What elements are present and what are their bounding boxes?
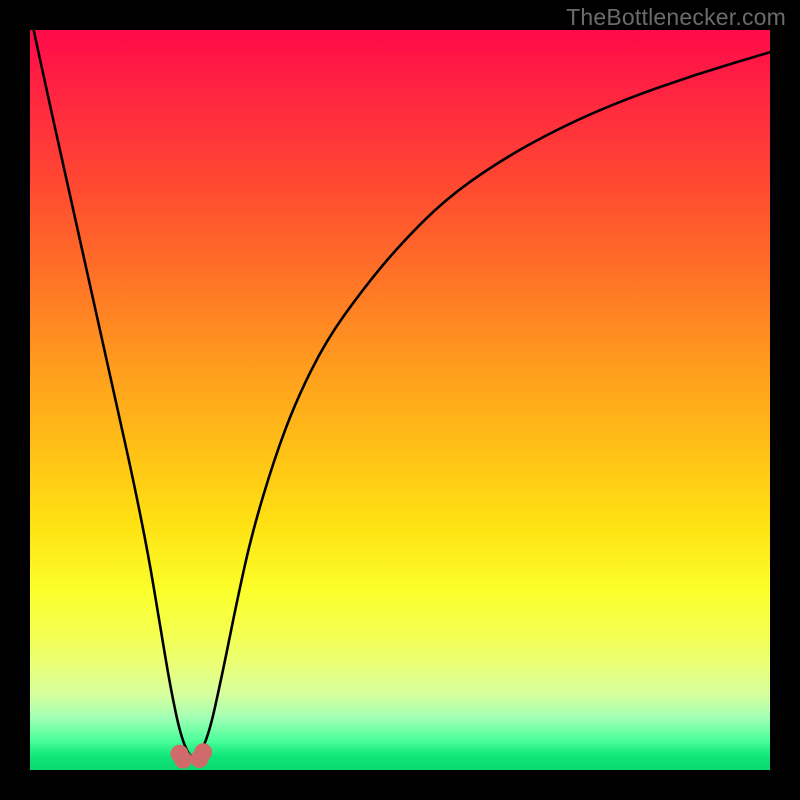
chart-svg-layer — [30, 30, 770, 770]
valley-marker-dot — [194, 743, 212, 761]
valley-marker-dot — [174, 751, 192, 769]
bottleneck-curve — [34, 30, 770, 757]
chart-frame: TheBottlenecker.com — [0, 0, 800, 800]
valley-marker-cluster — [170, 743, 212, 768]
watermark-text: TheBottlenecker.com — [566, 4, 786, 31]
plot-area — [30, 30, 770, 770]
